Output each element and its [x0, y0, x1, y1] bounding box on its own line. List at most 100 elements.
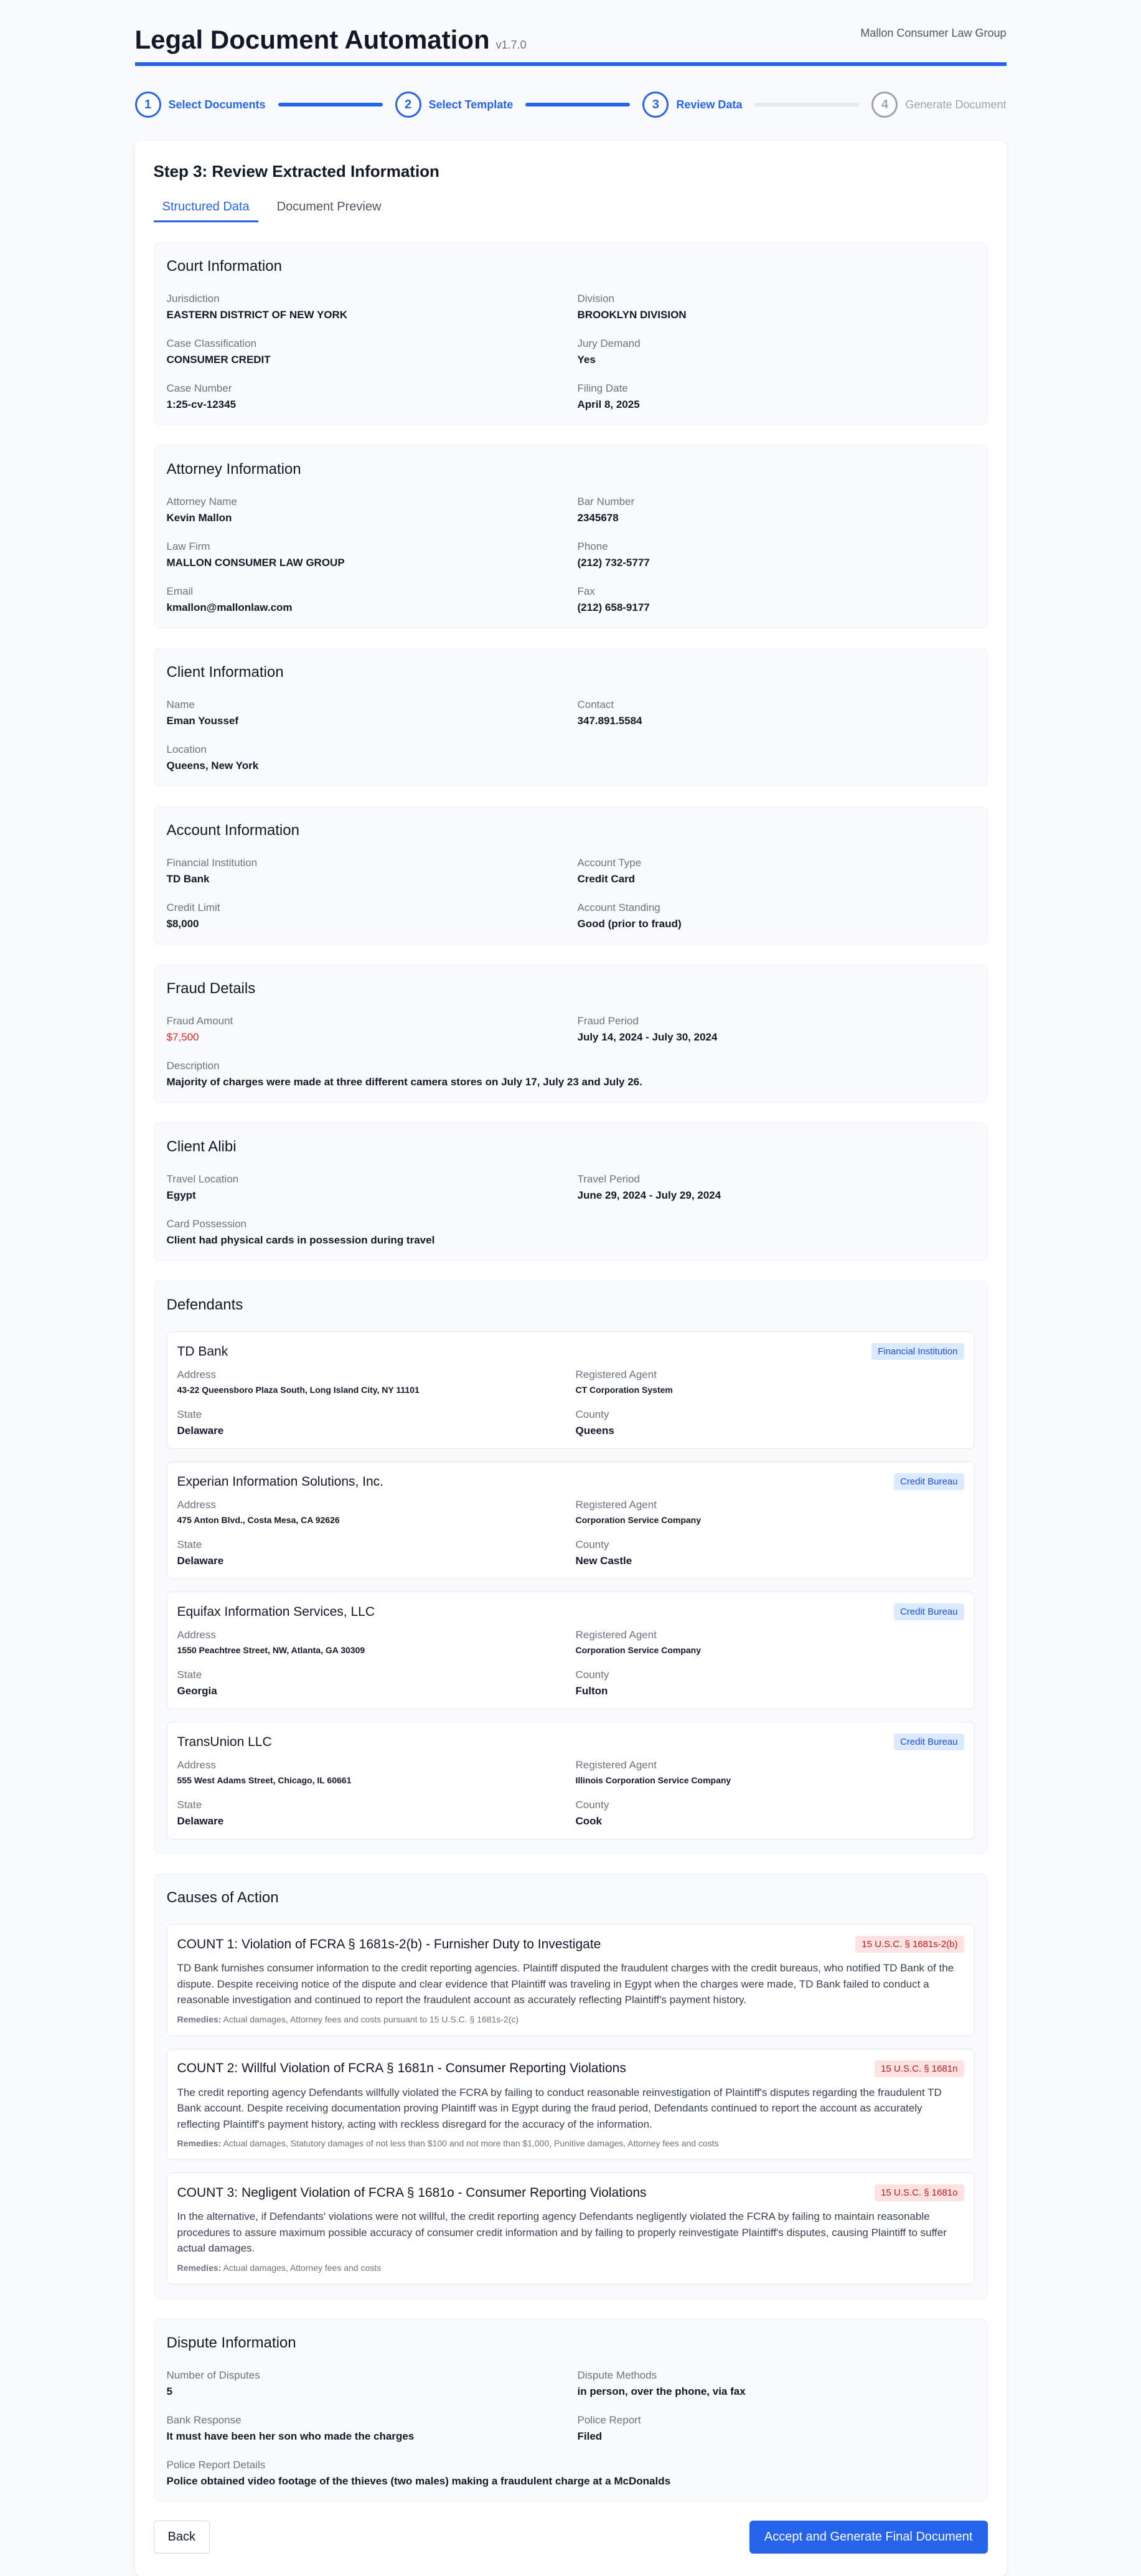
- field-label: Fax: [577, 585, 595, 597]
- field-label: Phone: [577, 540, 608, 552]
- field-value: It must have been her son who made the c…: [166, 2430, 415, 2442]
- field-number-of-disputes: Number of Disputes 5: [167, 2369, 578, 2398]
- step-select-template[interactable]: 2 Select Template: [395, 92, 513, 118]
- step-select-documents[interactable]: 1 Select Documents: [134, 92, 266, 118]
- count-title: COUNT 1: Violation of FCRA § 1681s-2(b) …: [177, 1937, 601, 1951]
- field-value: $8,000: [166, 918, 199, 930]
- field-value: EASTERN DISTRICT OF NEW YORK: [166, 309, 348, 321]
- field-label: Travel Location: [166, 1173, 239, 1185]
- field-value: Delaware: [177, 1555, 224, 1567]
- generate-document-button[interactable]: Accept and Generate Final Document: [749, 2520, 988, 2554]
- client-information-section: Client Information Name Eman Youssef Con…: [153, 648, 988, 786]
- field-label: State: [177, 1408, 202, 1420]
- field-value: CT Corporation System: [575, 1385, 673, 1395]
- field-label: Location: [166, 743, 207, 755]
- defendant-card: Experian Information Solutions, Inc. Cre…: [166, 1461, 975, 1579]
- step-generate-document[interactable]: 4 Generate Document: [871, 92, 1007, 118]
- field-value: (212) 732-5777: [577, 557, 650, 569]
- field-value: 347.891.5584: [577, 715, 642, 727]
- field-value: June 29, 2024 - July 29, 2024: [577, 1189, 721, 1201]
- defendant-card: Equifax Information Services, LLC Credit…: [166, 1592, 975, 1709]
- field-value: 475 Anton Blvd., Costa Mesa, CA 92626: [177, 1515, 340, 1525]
- action-footer: Back Accept and Generate Final Document: [153, 2520, 988, 2554]
- field-description: Description Majority of charges were mad…: [167, 1060, 975, 1088]
- field-label: State: [177, 1539, 202, 1550]
- field-value: kmallon@mallonlaw.com: [166, 602, 293, 613]
- field-value: Georgia: [177, 1685, 217, 1697]
- field-value: Fulton: [575, 1685, 608, 1697]
- field-county: County Fulton: [576, 1669, 964, 1697]
- field-label: Dispute Methods: [577, 2369, 657, 2381]
- field-value: (212) 658-9177: [577, 602, 650, 613]
- section-title: Client Alibi: [166, 1138, 237, 1155]
- field-label: Account Type: [577, 857, 642, 869]
- field-label: Fraud Period: [577, 1015, 639, 1027]
- field-value: $7,500: [166, 1031, 199, 1043]
- field-registered-agent: Registered Agent Corporation Service Com…: [576, 1629, 964, 1655]
- field-label: Registered Agent: [575, 1759, 657, 1771]
- field-value: New Castle: [575, 1555, 632, 1567]
- field-label: Case Number: [166, 382, 232, 394]
- field-state: State Georgia: [177, 1669, 576, 1697]
- field-value: Client had physical cards in possession …: [166, 1234, 435, 1246]
- field-value: Egypt: [166, 1189, 196, 1201]
- back-button[interactable]: Back: [153, 2520, 210, 2554]
- field-value: CONSUMER CREDIT: [166, 354, 271, 366]
- remedies-label: Remedies:: [177, 2014, 222, 2024]
- version-label: v1.7.0: [495, 39, 527, 51]
- field-label: Registered Agent: [575, 1499, 657, 1511]
- step-number: 3: [642, 92, 669, 118]
- field-label: Case Classification: [166, 337, 257, 349]
- field-case-classification: Case Classification CONSUMER CREDIT: [167, 337, 578, 366]
- section-title: Client Information: [166, 664, 284, 681]
- count-remedies: Remedies: Actual damages, Attorney fees …: [177, 2263, 964, 2273]
- step-connector: [525, 103, 631, 106]
- field-financial-institution: Financial Institution TD Bank: [167, 857, 578, 885]
- field-label: Registered Agent: [575, 1369, 657, 1380]
- field-value: Delaware: [177, 1815, 224, 1827]
- step-number: 1: [134, 92, 161, 118]
- count-card: COUNT 1: Violation of FCRA § 1681s-2(b) …: [166, 1924, 975, 2036]
- field-label: Jurisdiction: [166, 293, 220, 304]
- step-label: Select Documents: [168, 98, 266, 111]
- field-value: April 8, 2025: [577, 399, 640, 410]
- field-filing-date: Filing Date April 8, 2025: [578, 382, 975, 411]
- app-title: Legal Document Automation: [134, 25, 490, 54]
- dispute-information-section: Dispute Information Number of Disputes 5…: [153, 2318, 988, 2502]
- field-value: BROOKLYN DIVISION: [577, 309, 687, 321]
- count-title: COUNT 3: Negligent Violation of FCRA § 1…: [177, 2185, 647, 2200]
- field-value: Eman Youssef: [166, 715, 239, 727]
- field-law-firm: Law Firm MALLON CONSUMER LAW GROUP: [167, 540, 578, 569]
- field-label: Account Standing: [577, 902, 660, 913]
- field-label: Email: [166, 585, 194, 597]
- field-state: State Delaware: [177, 1799, 576, 1828]
- field-jurisdiction: Jurisdiction EASTERN DISTRICT OF NEW YOR…: [167, 293, 578, 321]
- field-label: State: [177, 1669, 202, 1681]
- field-value: Queens: [575, 1425, 614, 1437]
- field-value: Illinois Corporation Service Company: [575, 1775, 731, 1785]
- section-title: Causes of Action: [166, 1889, 279, 1906]
- field-value: 555 West Adams Street, Chicago, IL 60661: [177, 1775, 352, 1785]
- field-police-report-details: Police Report Details Police obtained vi…: [167, 2459, 975, 2488]
- field-jury-demand: Jury Demand Yes: [578, 337, 975, 366]
- progress-stepper: 1 Select Documents 2 Select Template 3 R…: [134, 91, 1007, 118]
- review-card: Step 3: Review Extracted Information Str…: [134, 141, 1007, 2576]
- step-review-data[interactable]: 3 Review Data: [642, 92, 742, 118]
- defendant-type-badge: Credit Bureau: [893, 1473, 964, 1490]
- field-label: Travel Period: [577, 1173, 640, 1185]
- client-alibi-section: Client Alibi Travel Location Egypt Trave…: [153, 1123, 988, 1261]
- tab-document-preview[interactable]: Document Preview: [268, 196, 390, 222]
- app-header: Legal Document Automation v1.7.0 Mallon …: [134, 25, 1007, 66]
- field-label: Number of Disputes: [166, 2369, 260, 2381]
- defendant-name: Experian Information Solutions, Inc.: [177, 1474, 384, 1489]
- statute-badge: 15 U.S.C. § 1681o: [875, 2184, 964, 2201]
- defendant-card: TD Bank Financial Institution Address 43…: [166, 1331, 975, 1449]
- firm-name: Mallon Consumer Law Group: [860, 27, 1007, 39]
- field-address: Address 555 West Adams Street, Chicago, …: [177, 1759, 576, 1785]
- field-fraud-amount: Fraud Amount $7,500: [167, 1015, 578, 1044]
- statute-badge: 15 U.S.C. § 1681n: [875, 2060, 964, 2077]
- field-value: Cook: [575, 1815, 603, 1827]
- field-attorney-name: Attorney Name Kevin Mallon: [167, 496, 578, 524]
- field-label: Attorney Name: [166, 496, 237, 507]
- tab-structured-data[interactable]: Structured Data: [153, 196, 258, 222]
